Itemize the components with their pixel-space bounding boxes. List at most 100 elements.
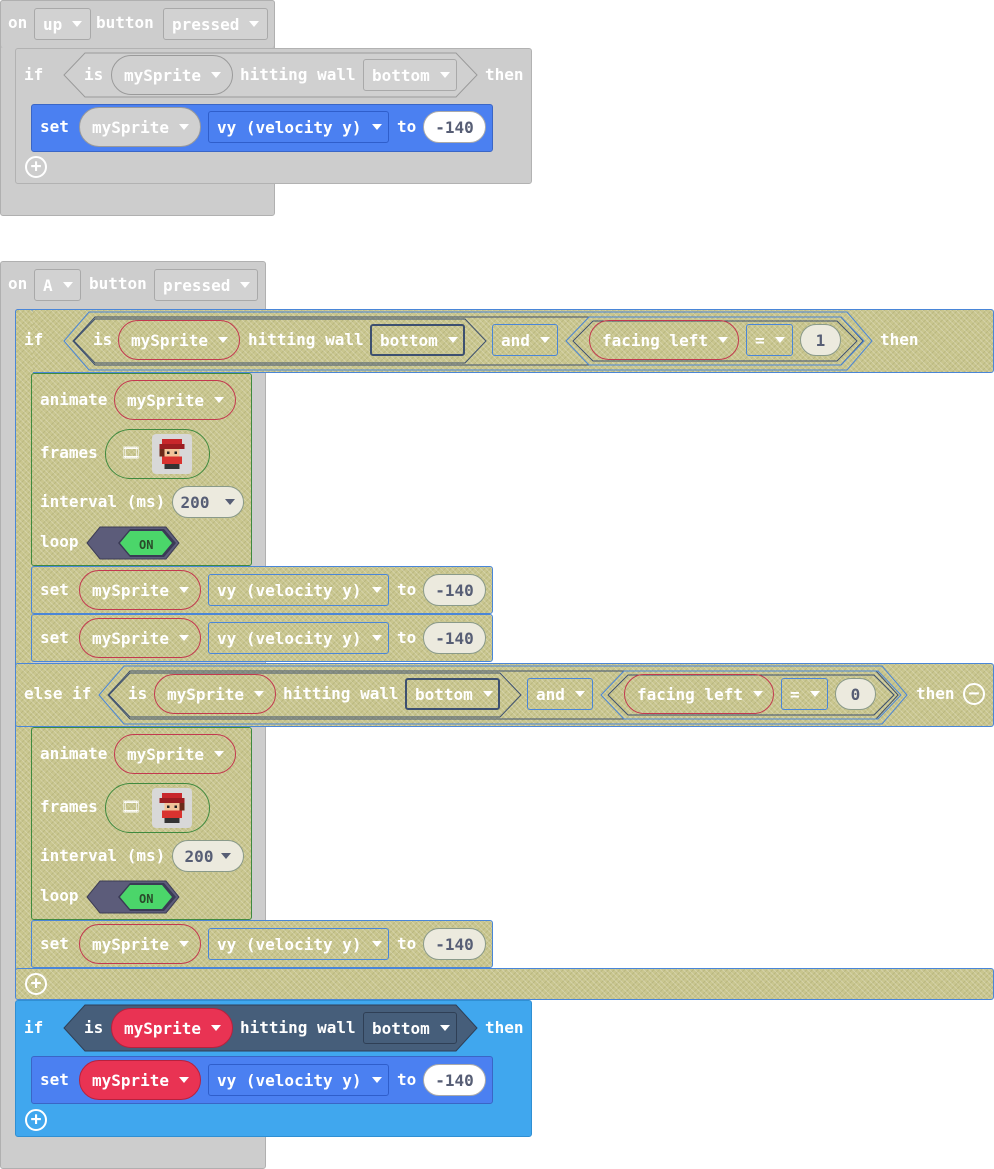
caret-down-icon	[809, 691, 820, 697]
sprite-variable[interactable]: mySprite	[111, 1008, 233, 1048]
interval-value: 200	[184, 846, 214, 866]
sprite-variable[interactable]: mySprite	[114, 734, 236, 774]
compare-value-input[interactable]: 1	[800, 324, 841, 356]
loop-label: loop	[40, 886, 79, 905]
sprite-variable[interactable]: mySprite	[118, 320, 240, 360]
add-icon[interactable]: +	[25, 973, 47, 995]
sprite-name: mySprite	[92, 628, 170, 648]
sprite-name: mySprite	[127, 744, 205, 764]
property-dropdown[interactable]: vy (velocity y)	[208, 1064, 389, 1096]
hitting-wall-label: hitting wall	[240, 65, 356, 84]
sprite-name: mySprite	[167, 684, 245, 704]
interval-dropdown[interactable]: 200	[172, 486, 244, 518]
sprite-variable[interactable]: mySprite	[79, 570, 201, 610]
caret-down-icon	[214, 751, 225, 757]
sprite-variable[interactable]: mySprite	[154, 674, 276, 714]
caret-down-icon	[62, 282, 73, 288]
key-dropdown[interactable]: up	[34, 8, 91, 40]
and-dropdown[interactable]: and	[527, 678, 593, 710]
caret-down-icon	[371, 124, 382, 130]
event-dropdown[interactable]: pressed	[154, 269, 258, 301]
add-icon[interactable]: +	[25, 1109, 47, 1131]
property-value: vy (velocity y)	[217, 117, 362, 137]
caret-down-icon	[439, 72, 450, 78]
and-value: and	[536, 684, 565, 704]
key-dropdown[interactable]: A	[34, 269, 81, 301]
sprite-name: mySprite	[124, 1018, 202, 1038]
on-label: on	[8, 274, 28, 293]
caret-down-icon	[574, 691, 585, 697]
set-label: set	[40, 628, 69, 647]
operator-dropdown[interactable]: =	[746, 324, 793, 356]
sprite-name: mySprite	[92, 117, 170, 137]
variable-name: facing left	[602, 330, 708, 350]
hitting-wall-label: hitting wall	[283, 684, 399, 703]
compare-value-input[interactable]: 0	[835, 678, 876, 710]
loop-toggle[interactable]	[86, 880, 180, 914]
sprite-name: mySprite	[131, 330, 209, 350]
if-label: if	[24, 65, 44, 84]
sprite-variable[interactable]: mySprite	[79, 618, 201, 658]
remove-icon[interactable]: −	[963, 683, 985, 705]
velocity-input[interactable]: -140	[423, 622, 486, 654]
sprite-variable[interactable]: mySprite	[79, 924, 201, 964]
caret-down-icon	[371, 635, 382, 641]
velocity-input[interactable]: -140	[423, 928, 486, 960]
wall-value: bottom	[372, 65, 430, 85]
event-value: pressed	[163, 275, 231, 295]
animate-label: animate	[40, 390, 108, 409]
velocity-input[interactable]: -140	[423, 574, 486, 606]
caret-down-icon	[214, 397, 225, 403]
to-label: to	[397, 1070, 417, 1089]
property-dropdown[interactable]: vy (velocity y)	[208, 111, 389, 143]
caret-down-icon	[179, 124, 190, 130]
caret-down-icon	[179, 941, 190, 947]
event-dropdown[interactable]: pressed	[163, 8, 268, 40]
frames-label: frames	[40, 797, 98, 816]
sprite-variable[interactable]: mySprite	[111, 55, 233, 95]
button-label: button	[96, 13, 154, 32]
facing-left-variable[interactable]: facing left	[589, 320, 739, 360]
if-footer	[15, 968, 994, 1000]
caret-down-icon	[211, 1025, 222, 1031]
to-label: to	[397, 117, 417, 136]
property-dropdown[interactable]: vy (velocity y)	[208, 622, 389, 654]
is-label: is	[84, 65, 104, 84]
wall-dropdown[interactable]: bottom	[363, 1012, 457, 1044]
loop-toggle[interactable]	[86, 526, 180, 560]
interval-label: interval (ms)	[40, 492, 166, 511]
caret-down-icon	[752, 691, 763, 697]
filmstrip-icon: 🎞	[121, 443, 142, 462]
property-value: vy (velocity y)	[217, 934, 362, 954]
caret-down-icon	[539, 337, 550, 343]
sprite-variable[interactable]: mySprite	[79, 1060, 201, 1100]
filmstrip-icon: 🎞	[121, 797, 142, 816]
operator-value: =	[755, 330, 765, 350]
property-value: vy (velocity y)	[217, 1070, 362, 1090]
caret-down-icon	[371, 1077, 382, 1083]
and-dropdown[interactable]: and	[492, 324, 558, 356]
property-dropdown[interactable]: vy (velocity y)	[208, 574, 389, 606]
else-if-label: else if	[24, 684, 92, 703]
caret-down-icon	[254, 691, 265, 697]
wall-dropdown[interactable]: bottom	[405, 678, 500, 710]
sprite-name: mySprite	[92, 580, 170, 600]
caret-down-icon	[179, 635, 190, 641]
operator-dropdown[interactable]: =	[781, 678, 828, 710]
velocity-input[interactable]: -140	[423, 1064, 486, 1096]
add-icon[interactable]: +	[25, 156, 47, 178]
wall-dropdown[interactable]: bottom	[363, 59, 457, 91]
caret-down-icon	[179, 587, 190, 593]
sprite-variable[interactable]: mySprite	[114, 380, 236, 420]
interval-dropdown[interactable]: 200	[172, 840, 244, 872]
wall-dropdown[interactable]: bottom	[370, 324, 465, 356]
property-dropdown[interactable]: vy (velocity y)	[208, 928, 389, 960]
property-value: vy (velocity y)	[217, 628, 362, 648]
set-label: set	[40, 1070, 69, 1089]
sprite-variable[interactable]: mySprite	[79, 107, 201, 147]
velocity-input[interactable]: -140	[423, 111, 486, 143]
sprite-thumbnail-icon	[152, 434, 192, 474]
facing-left-variable[interactable]: facing left	[624, 674, 774, 714]
loop-toggle-label: ON	[139, 538, 154, 552]
is-label: is	[84, 1018, 104, 1037]
